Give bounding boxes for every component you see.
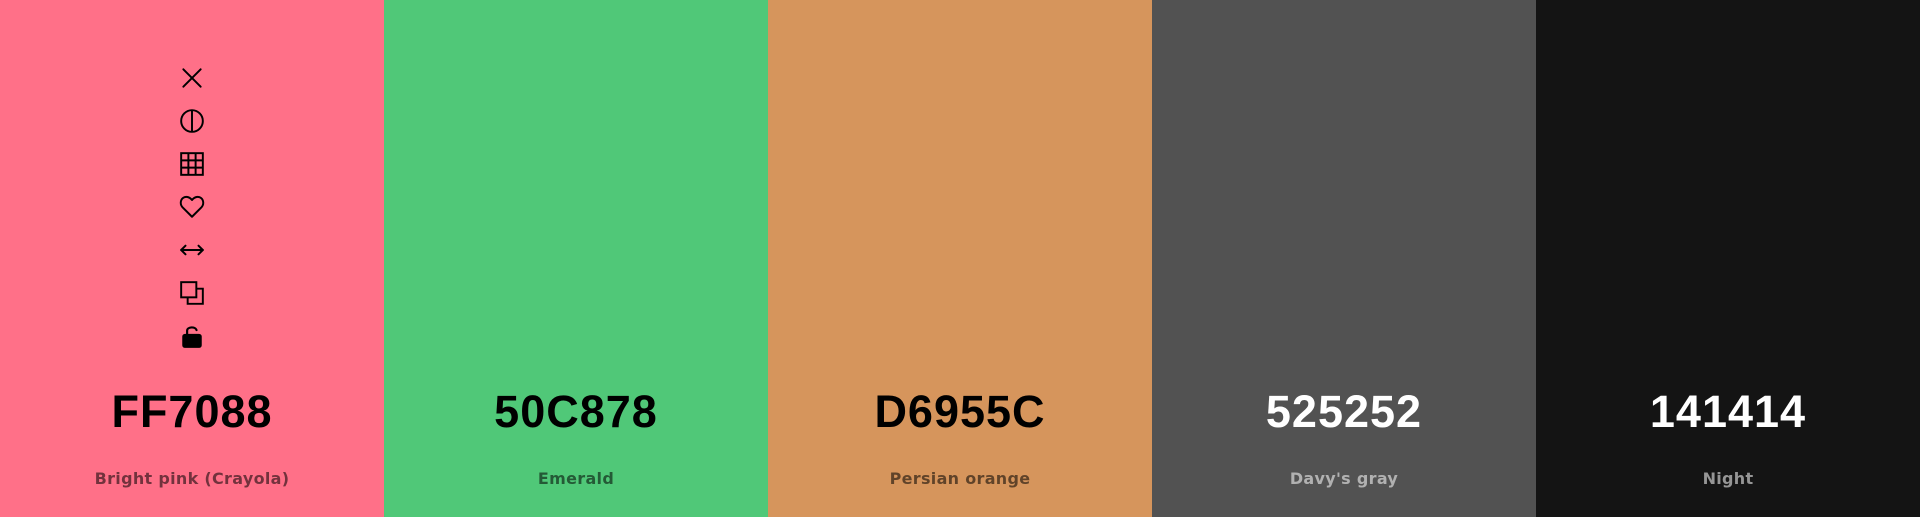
- contrast-icon[interactable]: [178, 107, 206, 135]
- hex-code[interactable]: 141414: [1536, 386, 1920, 438]
- swatch-night[interactable]: 141414 Night: [1536, 0, 1920, 517]
- unlock-icon[interactable]: [178, 322, 206, 350]
- hex-code[interactable]: 525252: [1152, 386, 1536, 438]
- drag-arrows-icon[interactable]: [178, 236, 206, 264]
- color-palette: FF7088 Bright pink (Crayola) 50C878 Emer…: [0, 0, 1920, 517]
- hex-code[interactable]: 50C878: [384, 386, 768, 438]
- swatch-emerald[interactable]: 50C878 Emerald: [384, 0, 768, 517]
- hex-code[interactable]: FF7088: [0, 386, 384, 438]
- color-name[interactable]: Emerald: [384, 469, 768, 489]
- copy-icon[interactable]: [178, 279, 206, 307]
- swatch-bright-pink[interactable]: FF7088 Bright pink (Crayola): [0, 0, 384, 517]
- color-name[interactable]: Bright pink (Crayola): [0, 469, 384, 489]
- hex-code[interactable]: D6955C: [768, 386, 1152, 438]
- color-name[interactable]: Davy's gray: [1152, 469, 1536, 489]
- color-name[interactable]: Persian orange: [768, 469, 1152, 489]
- swatch-davys-gray[interactable]: 525252 Davy's gray: [1152, 0, 1536, 517]
- swatch-toolbar: [0, 64, 384, 350]
- shades-grid-icon[interactable]: [178, 150, 206, 178]
- close-icon[interactable]: [178, 64, 206, 92]
- color-name[interactable]: Night: [1536, 469, 1920, 489]
- swatch-persian-orange[interactable]: D6955C Persian orange: [768, 0, 1152, 517]
- heart-icon[interactable]: [178, 193, 206, 221]
